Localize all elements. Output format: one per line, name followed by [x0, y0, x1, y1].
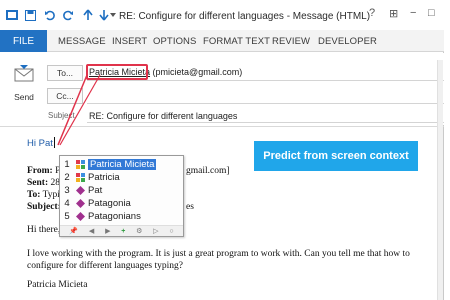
pin-icon[interactable]: 📌 — [69, 227, 78, 235]
autocomplete-item[interactable]: 4 Patagonia — [61, 197, 182, 210]
grid-icon — [75, 173, 85, 183]
item-text: Patricia Micieta — [88, 159, 157, 170]
autocomplete-item[interactable]: 1 Patricia Micieta — [61, 158, 182, 171]
play-icon[interactable]: ▷ — [153, 227, 158, 235]
popup-toolbar: 📌 ◀ ▶ + ⚙ ▷ ○ — [60, 225, 183, 236]
autocomplete-item[interactable]: 2 Patricia — [61, 171, 182, 184]
autocomplete-item[interactable]: 5 Patagonians — [61, 210, 182, 223]
item-text: Patagonians — [88, 211, 141, 222]
item-number: 1 — [64, 159, 70, 170]
prev-page-icon[interactable]: ◀ — [89, 227, 94, 235]
next-page-icon[interactable]: ▶ — [105, 227, 110, 235]
item-number: 4 — [64, 198, 70, 209]
grid-icon — [75, 160, 85, 170]
item-number: 3 — [64, 185, 70, 196]
outlook-message-window: RE: Configure for different languages - … — [0, 0, 444, 300]
autocomplete-item[interactable]: 3 Pat — [61, 184, 182, 197]
item-number: 2 — [64, 172, 70, 183]
tip-icon[interactable]: ○ — [169, 228, 173, 235]
diamond-icon — [75, 186, 85, 196]
item-text: Patricia — [88, 172, 120, 183]
autocomplete-popup: 1 Patricia Micieta 2 Patricia 3 Pat 4 Pa… — [59, 155, 184, 237]
add-icon[interactable]: + — [121, 228, 125, 235]
diamond-icon — [75, 212, 85, 222]
item-text: Patagonia — [88, 198, 131, 209]
settings-icon[interactable]: ⚙ — [136, 227, 142, 235]
scrollbar[interactable] — [437, 60, 443, 300]
item-number: 5 — [64, 211, 70, 222]
item-text: Pat — [88, 185, 103, 196]
diamond-icon — [75, 199, 85, 209]
predict-button[interactable]: Predict from screen context — [254, 141, 418, 171]
